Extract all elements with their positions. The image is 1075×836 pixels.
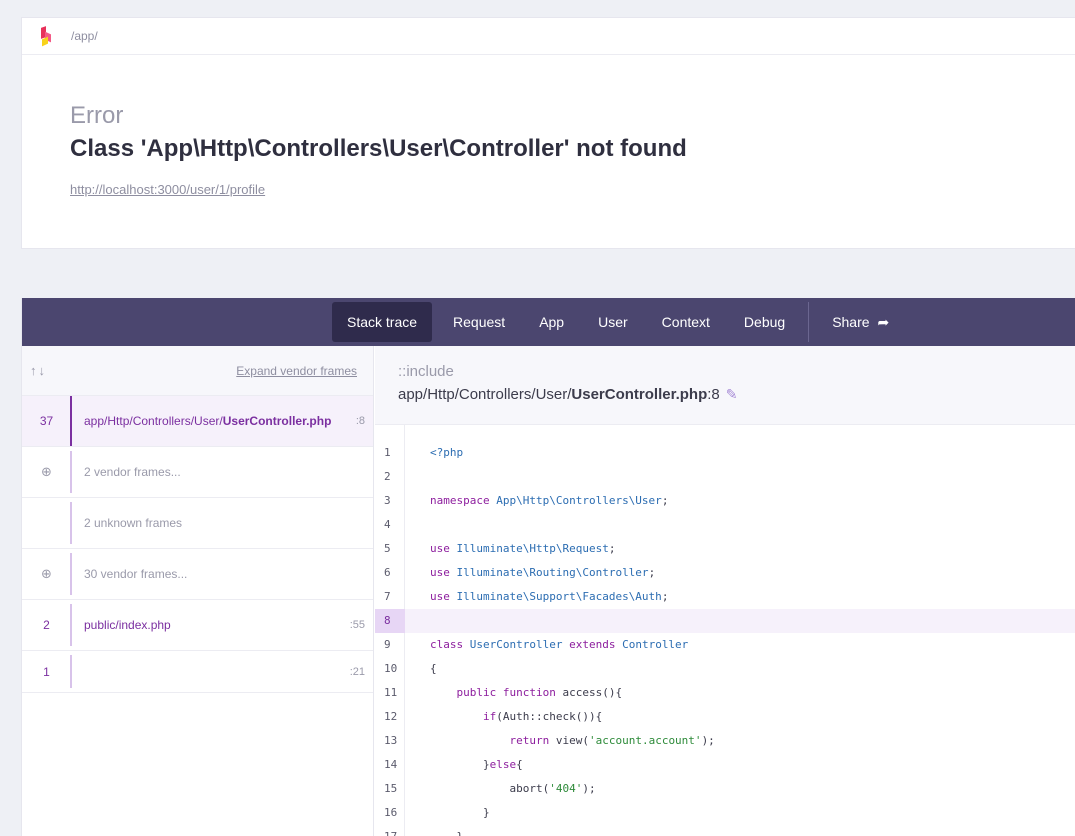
line-number: 15	[384, 782, 398, 795]
code-line: 3 namespace App\Http\Controllers\User;	[375, 489, 1075, 513]
frame-number: 37	[39, 414, 54, 428]
stack-panel: Stack trace Request App User Context Deb…	[21, 298, 1075, 836]
frame-file: 2 unknown frames	[84, 516, 183, 530]
code-file-path: app/Http/Controllers/User/UserController…	[398, 386, 738, 403]
line-number: 4	[384, 518, 391, 531]
code-text: return view('account.account');	[509, 734, 715, 747]
error-card: /app/ Error Class 'App\Http\Controllers\…	[21, 17, 1075, 249]
line-number: 3	[384, 494, 391, 507]
plus-circle-icon[interactable]: ⊕	[22, 566, 71, 582]
frame-method: ::include	[398, 363, 454, 380]
frame-file: app/Http/Controllers/User/UserController…	[84, 414, 332, 428]
frames-list: ↑↓ Expand vendor frames 37 app/Http/Cont…	[22, 346, 374, 836]
tab-divider	[808, 302, 810, 342]
vendor-frames-group[interactable]: ⊕ 2 vendor frames...	[22, 447, 373, 498]
share-label: Share	[832, 314, 870, 330]
frame-navigation-arrows-icon[interactable]: ↑↓	[30, 363, 47, 378]
line-number: 12	[384, 710, 398, 723]
line-number: 14	[384, 758, 398, 771]
code-line: 1 <?php	[375, 441, 1075, 465]
code-text: use Illuminate\Support\Facades\Auth;	[430, 590, 669, 603]
code-line: 12 if(Auth::check()){	[375, 705, 1075, 729]
tab-bar: Stack trace Request App User Context Deb…	[22, 298, 1075, 346]
code-text: class UserController extends Controller	[430, 638, 689, 651]
line-number: 13	[384, 734, 398, 747]
code-body: 1 <?php 2 3 namespace App\Http\Controllers\U…	[375, 425, 1075, 836]
code-text: if(Auth::check()){	[482, 710, 603, 723]
code-line: 15 abort('404');	[375, 777, 1075, 801]
line-number: 1	[384, 446, 391, 459]
share-button[interactable]: Share ➦	[815, 302, 906, 342]
code-text: namespace App\Http\Controllers\User;	[430, 494, 669, 507]
code-text: public function access(){	[456, 686, 623, 699]
code-line: 17 }	[375, 825, 1075, 836]
line-number: 11	[384, 686, 398, 699]
code-viewer: ::include app/Http/Controllers/User/User…	[375, 346, 1075, 836]
line-number: 7	[384, 590, 391, 603]
app-path: /app/	[71, 29, 98, 43]
tab-context[interactable]: Context	[645, 302, 727, 342]
frame-file: 30 vendor frames...	[84, 567, 188, 581]
code-line: 9 class UserController extends Controller	[375, 633, 1075, 657]
code-text: use Illuminate\Http\Request;	[430, 542, 616, 555]
top-bar: /app/	[22, 18, 1075, 55]
ignition-logo-icon[interactable]	[40, 26, 52, 47]
code-text: }	[430, 825, 463, 836]
code-line: 10 {	[375, 657, 1075, 681]
frame-item[interactable]: 1 :21	[22, 651, 373, 693]
plus-circle-icon[interactable]: ⊕	[22, 464, 71, 480]
code-text: {	[430, 662, 437, 675]
line-number: 16	[384, 806, 398, 819]
vendor-frames-group[interactable]: ⊕ 30 vendor frames...	[22, 549, 373, 600]
error-title: Class 'App\Http\Controllers\User\Control…	[70, 135, 687, 162]
tab-stack-trace[interactable]: Stack trace	[332, 302, 433, 342]
unknown-frames-group[interactable]: 2 unknown frames	[22, 498, 373, 549]
code-text: abort('404');	[430, 782, 596, 795]
frame-item[interactable]: 2 public/index.php :55	[22, 600, 373, 651]
code-line: 16 }	[375, 801, 1075, 825]
request-url-link[interactable]: http://localhost:3000/user/1/profile	[70, 182, 265, 197]
code-text: }else{	[430, 758, 523, 771]
error-label: Error	[70, 102, 124, 129]
expand-vendor-frames-link[interactable]: Expand vendor frames	[236, 364, 357, 378]
code-line: 5 use Illuminate\Http\Request;	[375, 537, 1075, 561]
frame-item[interactable]: 37 app/Http/Controllers/User/UserControl…	[22, 396, 373, 447]
tab-user[interactable]: User	[581, 302, 645, 342]
code-line: 7 use Illuminate\Support\Facades\Auth;	[375, 585, 1075, 609]
code-line: 14 }else{	[375, 753, 1075, 777]
frames-header: ↑↓ Expand vendor frames	[22, 346, 373, 396]
code-text: <?php	[430, 446, 464, 459]
line-number: 10	[384, 662, 398, 675]
pencil-icon[interactable]: ✎	[726, 386, 738, 403]
line-number: 9	[384, 638, 391, 651]
line-number: 17	[375, 825, 405, 836]
line-number: 6	[384, 566, 391, 579]
frame-file: 2 vendor frames...	[84, 465, 181, 479]
line-number: 8	[375, 609, 405, 633]
code-line: 6 use Illuminate\Routing\Controller;	[375, 561, 1075, 585]
code-line: 11 public function access(){	[375, 681, 1075, 705]
code-line: 13 return view('account.account');	[375, 729, 1075, 753]
code-text: }	[430, 806, 490, 819]
code-line: 8	[375, 609, 1075, 633]
frame-line: :8	[355, 415, 365, 427]
code-line: 4	[375, 513, 1075, 537]
code-text: use Illuminate\Routing\Controller;	[430, 566, 656, 579]
tab-debug[interactable]: Debug	[727, 302, 802, 342]
code-header: ::include app/Http/Controllers/User/User…	[375, 346, 1075, 425]
frame-line: :55	[349, 619, 365, 631]
line-number: 2	[384, 470, 391, 483]
frame-number: 2	[43, 618, 50, 632]
tab-app[interactable]: App	[522, 302, 581, 342]
frame-line: :21	[349, 665, 365, 678]
code-line: 2	[375, 465, 1075, 489]
tab-request[interactable]: Request	[436, 302, 522, 342]
frame-number: 1	[43, 664, 50, 679]
frame-file: public/index.php	[84, 618, 171, 632]
line-number: 5	[384, 542, 391, 555]
share-arrow-icon: ➦	[877, 314, 890, 330]
